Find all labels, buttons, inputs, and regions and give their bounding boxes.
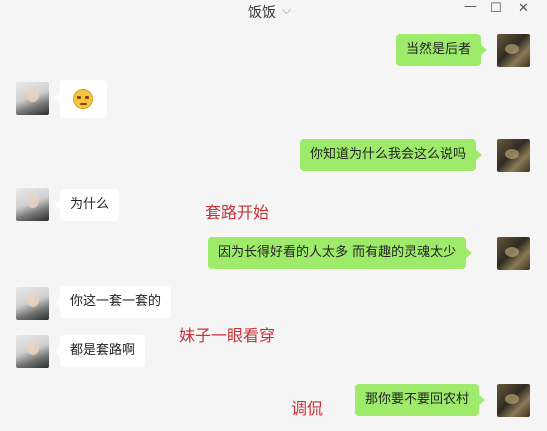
chat-title: 饭饭 bbox=[248, 5, 276, 21]
avatar[interactable] bbox=[16, 335, 49, 368]
message-bubble-incoming bbox=[54, 80, 107, 118]
message-bubble-incoming: 都是套路啊 bbox=[53, 335, 146, 367]
message-bubble-outgoing: 你知道为什么我会这么说吗 bbox=[300, 139, 483, 171]
avatar[interactable] bbox=[16, 82, 49, 115]
chevron-down-icon[interactable]: ⌵ bbox=[282, 3, 291, 18]
annotation-text: 妹子一眼看穿 bbox=[179, 326, 276, 345]
message-bubble-outgoing: 那你要不要回农村 bbox=[355, 384, 486, 416]
message-bubble-outgoing: 因为长得好看的人太多 而有趣的灵魂太少 bbox=[208, 237, 473, 269]
avatar[interactable] bbox=[497, 139, 530, 172]
annotation-text: 调侃 bbox=[291, 399, 324, 418]
message-bubble-incoming: 为什么 bbox=[53, 189, 120, 221]
message-bubble-incoming: 你这一套一套的 bbox=[53, 286, 172, 318]
annotation-text: 套路开始 bbox=[205, 203, 270, 222]
minimize-button[interactable]: — bbox=[464, 0, 477, 14]
avatar[interactable] bbox=[16, 188, 49, 221]
smirk-face-emoji-icon bbox=[73, 89, 93, 109]
avatar[interactable] bbox=[16, 287, 49, 320]
message-bubble-outgoing: 当然是后者 bbox=[396, 34, 488, 66]
title-bar: 饭饭 ⌵ — ☐ ✕ bbox=[0, 0, 547, 26]
avatar[interactable] bbox=[497, 384, 530, 417]
avatar[interactable] bbox=[497, 237, 530, 270]
close-button[interactable]: ✕ bbox=[518, 1, 529, 16]
avatar[interactable] bbox=[497, 34, 530, 67]
maximize-button[interactable]: ☐ bbox=[490, 1, 502, 16]
